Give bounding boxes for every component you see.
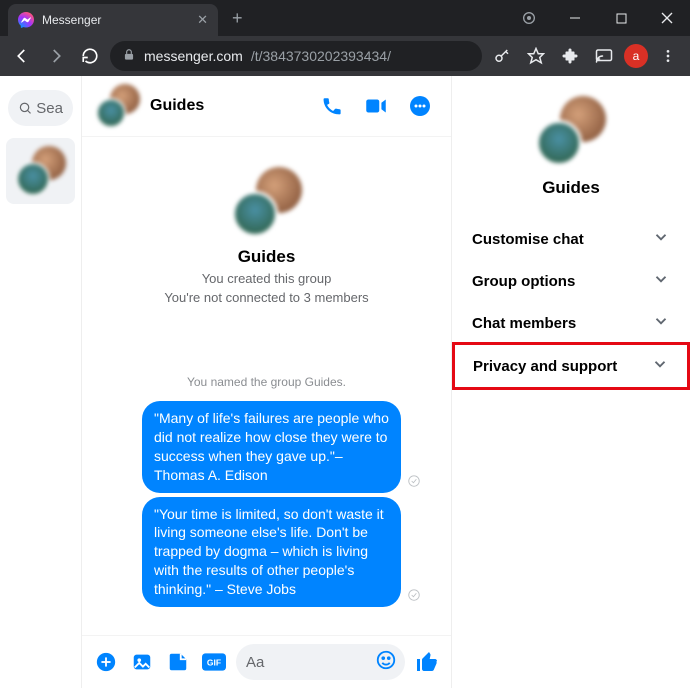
section-label: Privacy and support — [473, 358, 617, 375]
new-tab-button[interactable]: + — [218, 8, 257, 29]
chevron-down-icon — [652, 228, 670, 250]
reload-button[interactable] — [76, 42, 104, 70]
search-input[interactable]: Sea — [8, 90, 73, 126]
chat-title: Guides — [150, 97, 305, 115]
message-bubble[interactable]: "Many of life's failures are people who … — [142, 401, 401, 493]
chat-members-section[interactable]: Chat members — [452, 302, 690, 344]
back-button[interactable] — [8, 42, 36, 70]
privacy-support-section[interactable]: Privacy and support — [452, 342, 690, 390]
conversation-sidebar: Sea — [0, 76, 82, 688]
gif-button[interactable]: GIF — [200, 648, 228, 676]
address-bar: messenger.com/t/3843730202393434/ a — [0, 36, 690, 76]
cast-icon[interactable] — [590, 42, 618, 70]
search-placeholder: Sea — [36, 100, 63, 117]
chat-header: Guides — [82, 76, 451, 137]
maximize-button[interactable] — [598, 2, 644, 34]
emoji-button[interactable] — [375, 649, 397, 675]
hero-group-name: Guides — [238, 247, 296, 267]
video-call-button[interactable] — [359, 89, 393, 123]
message-input[interactable]: Aa — [236, 644, 405, 680]
messenger-app: Sea Guides Guides You created this group… — [0, 76, 690, 688]
url-host: messenger.com — [144, 48, 243, 64]
extensions-icon[interactable] — [556, 42, 584, 70]
section-label: Group options — [472, 273, 575, 290]
window-controls — [506, 2, 690, 34]
profile-avatar[interactable]: a — [624, 44, 648, 68]
incognito-icon[interactable] — [506, 2, 552, 34]
tab-title: Messenger — [42, 13, 189, 27]
search-icon — [18, 100, 32, 116]
close-tab-icon[interactable]: ✕ — [197, 12, 208, 28]
delivery-status-icon — [407, 474, 421, 493]
delivery-status-icon — [407, 588, 421, 607]
group-avatar — [16, 146, 66, 196]
chat-column: Guides Guides You created this group You… — [82, 76, 452, 688]
image-button[interactable] — [128, 648, 156, 676]
url-path: /t/3843730202393434/ — [251, 48, 391, 64]
chevron-down-icon — [652, 312, 670, 334]
chat-body[interactable]: Guides You created this group You're not… — [82, 137, 451, 635]
chevron-down-icon — [651, 355, 669, 377]
customise-chat-section[interactable]: Customise chat — [452, 218, 690, 260]
add-attachment-button[interactable] — [92, 648, 120, 676]
messenger-favicon-icon — [18, 12, 34, 28]
conversation-list-item[interactable] — [6, 138, 75, 204]
minimize-button[interactable] — [552, 2, 598, 34]
hero-connection-text: You're not connected to 3 members — [164, 290, 368, 305]
group-avatar — [536, 96, 606, 166]
group-avatar — [232, 167, 302, 237]
voice-call-button[interactable] — [315, 89, 349, 123]
tab-bar: Messenger ✕ + — [0, 0, 690, 36]
section-label: Customise chat — [472, 231, 584, 248]
group-avatar — [96, 84, 140, 128]
system-message: You named the group Guides. — [82, 375, 451, 389]
close-window-button[interactable] — [644, 2, 690, 34]
section-label: Chat members — [472, 315, 576, 332]
composer: GIF Aa — [82, 635, 451, 688]
lock-icon — [122, 48, 136, 65]
info-panel-title: Guides — [542, 178, 600, 198]
group-hero: Guides You created this group You're not… — [82, 137, 451, 315]
key-icon[interactable] — [488, 42, 516, 70]
group-options-section[interactable]: Group options — [452, 260, 690, 302]
input-placeholder: Aa — [246, 654, 264, 671]
message-row: "Your time is limited, so don't waste it… — [82, 495, 451, 609]
info-button[interactable] — [403, 89, 437, 123]
chevron-down-icon — [652, 270, 670, 292]
like-button[interactable] — [413, 648, 441, 676]
svg-text:GIF: GIF — [207, 657, 221, 667]
browser-tab[interactable]: Messenger ✕ — [8, 4, 218, 36]
forward-button[interactable] — [42, 42, 70, 70]
menu-icon[interactable] — [654, 42, 682, 70]
message-bubble[interactable]: "Your time is limited, so don't waste it… — [142, 497, 401, 607]
hero-created-text: You created this group — [202, 271, 332, 286]
sticker-button[interactable] — [164, 648, 192, 676]
browser-chrome: Messenger ✕ + messenger.com/t/3843730202… — [0, 0, 690, 76]
message-row: "Many of life's failures are people who … — [82, 399, 451, 495]
star-icon[interactable] — [522, 42, 550, 70]
url-input[interactable]: messenger.com/t/3843730202393434/ — [110, 41, 482, 71]
info-panel: Guides Customise chat Group options Chat… — [452, 76, 690, 688]
